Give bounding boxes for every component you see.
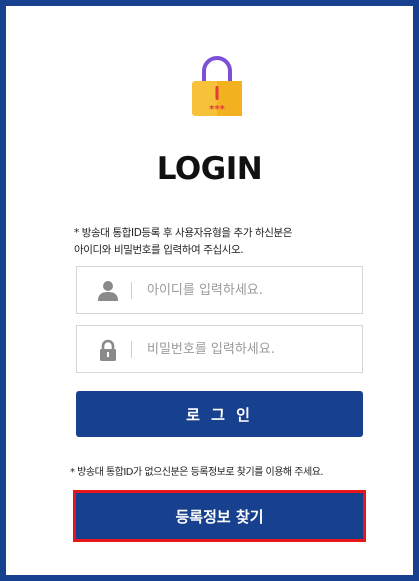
padlock-icon (100, 339, 116, 361)
find-button-highlight: 등록정보 찾기 (73, 490, 366, 542)
login-notice-line-1: * 방송대 통합ID등록 후 사용자유형을 추가 하신분은 (74, 227, 293, 239)
id-field[interactable] (76, 266, 363, 314)
password-field[interactable] (76, 325, 363, 373)
login-button[interactable]: 로 그 인 (76, 391, 363, 437)
id-input[interactable] (147, 277, 352, 303)
login-panel: *** LOGIN * 방송대 통합ID등록 후 사용자유형을 추가 하신분은 … (0, 0, 419, 581)
page-title: LOGIN (156, 151, 263, 187)
register-notice: * 방송대 통합ID가 없으신분은 등록정보로 찾기를 이용해 주세요. (70, 467, 324, 478)
find-registration-button[interactable]: 등록정보 찾기 (76, 493, 363, 539)
lock-icon: *** (192, 56, 242, 116)
field-divider (131, 341, 132, 358)
user-icon (98, 281, 118, 301)
field-divider (131, 282, 132, 299)
login-notice-line-2: 아이디와 비밀번호를 입력하여 주십시오. (74, 244, 244, 256)
svg-text:***: *** (209, 104, 225, 115)
login-notice: * 방송대 통합ID등록 후 사용자유형을 추가 하신분은 아이디와 비밀번호를… (74, 225, 374, 259)
password-input[interactable] (147, 336, 352, 362)
